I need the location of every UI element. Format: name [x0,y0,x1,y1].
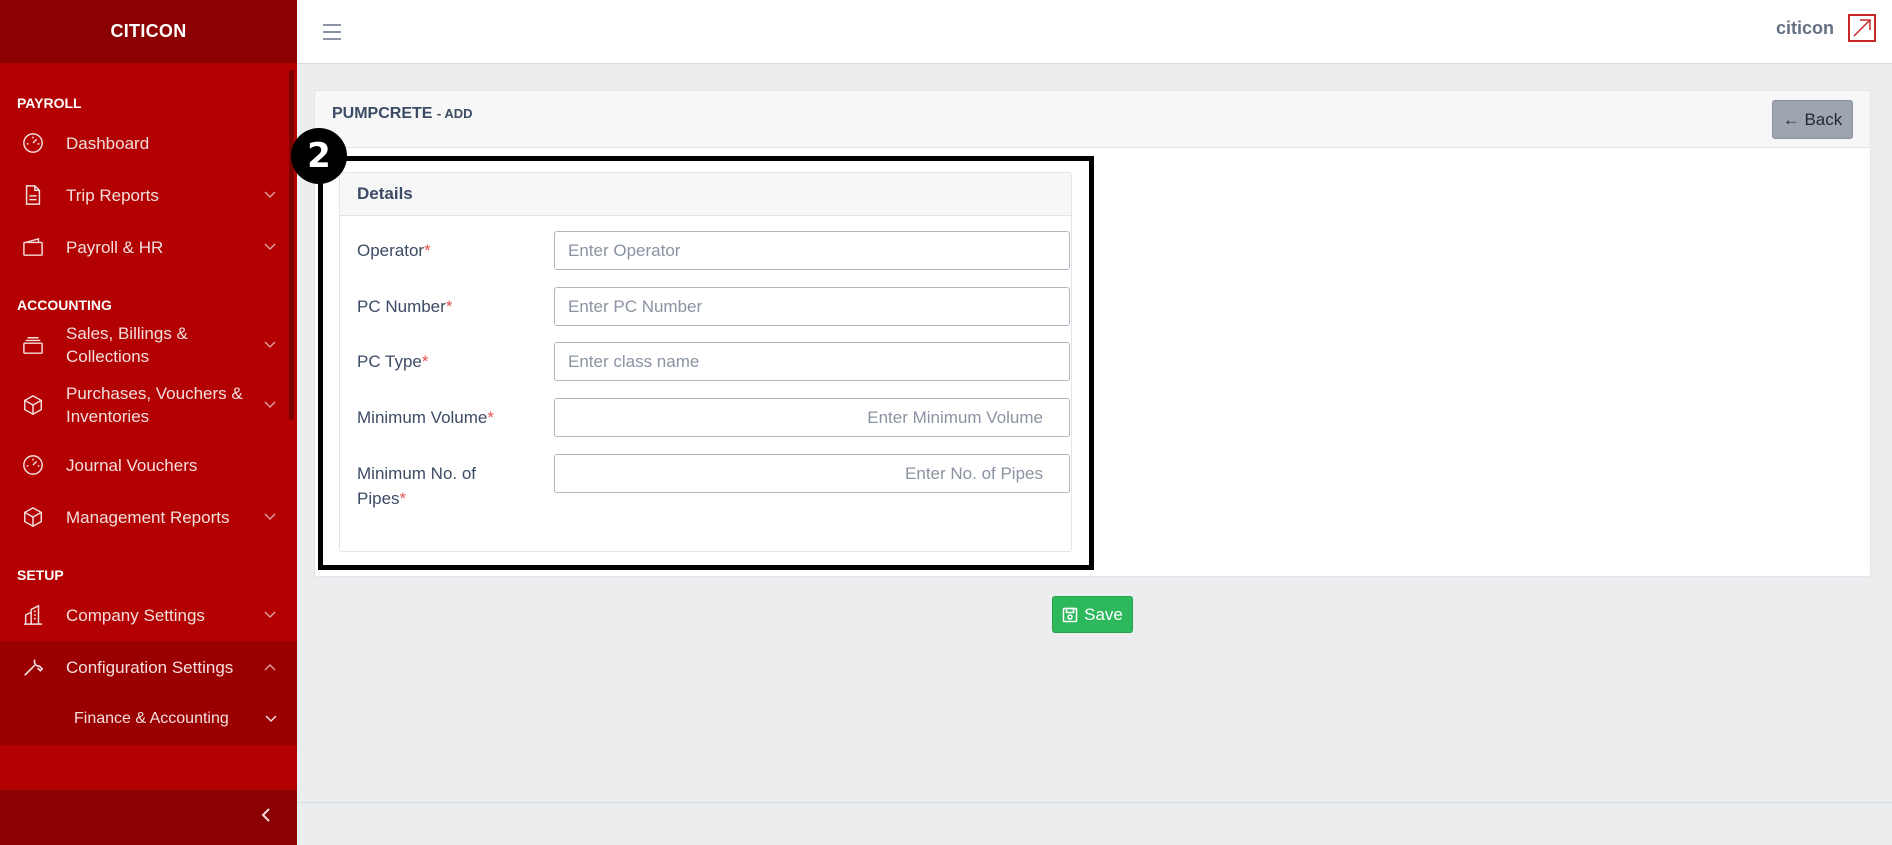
chevron-down-icon [263,608,277,622]
pc-type-input[interactable] [554,342,1070,381]
page-footer [297,802,1892,845]
user-menu[interactable]: citicon [1776,14,1876,42]
speedometer-icon [20,130,46,156]
avatar-icon[interactable] [1848,14,1876,42]
wrench-icon [20,654,46,680]
page-title: PUMPCRETE - ADD [332,105,473,123]
nav-section-title-payroll: PAYROLL [17,95,82,111]
brand-logo[interactable]: CITICON [0,0,297,63]
chevron-left-icon [261,807,271,828]
sidebar-minimizer[interactable] [0,790,297,845]
chevron-down-icon [263,188,277,202]
username-label: citicon [1775,17,1834,38]
sidebar-scrollbar[interactable] [289,70,294,420]
save-button[interactable]: Save [1052,596,1133,633]
operator-input[interactable] [554,231,1070,270]
sidebar-item-label: Company Settings [66,605,205,625]
sidebar-item-sales-billings[interactable]: Sales, Billings & Collections [0,319,297,371]
cube-icon [20,504,46,530]
annotation-badge: 2 [291,128,347,184]
top-header: citicon [297,0,1892,64]
minimum-pipes-label: Minimum No. of Pipes* [357,464,477,508]
required-asterisk: * [424,241,431,260]
operator-label: Operator* [357,241,431,260]
chevron-down-icon [263,338,277,352]
save-icon [1062,607,1078,623]
nav-section-title-setup: SETUP [17,567,64,583]
file-icon [20,182,46,208]
sidebar-item-company-settings[interactable]: Company Settings [0,589,297,641]
chevron-up-icon [263,660,277,674]
pc-type-label: PC Type* [357,352,429,371]
required-asterisk: * [399,489,407,508]
required-asterisk: * [421,352,429,371]
sidebar-item-label: Finance & Accounting [74,710,229,727]
chevron-down-icon [263,510,277,524]
pc-number-label: PC Number* [357,297,453,316]
minimum-pipes-input[interactable] [554,454,1070,493]
details-title: Details [340,173,1071,216]
speedometer-icon [20,452,46,478]
required-asterisk: * [445,297,453,316]
sidebar-item-trip-reports[interactable]: Trip Reports [0,169,297,221]
building-icon [20,602,46,628]
sidebar-item-label: Trip Reports [66,185,159,205]
sidebar-item-purchases-vouchers[interactable]: Purchases, Vouchers & Inventories [0,371,297,439]
sidebar-subitem-finance-accounting[interactable]: Finance & Accounting [0,693,297,745]
sidebar-item-journal-vouchers[interactable]: Journal Vouchers [0,439,297,491]
sidebar-item-label: Dashboard [66,133,150,153]
sidebar-item-label: Purchases, Vouchers & Inventories [66,384,243,426]
sidebar-item-label: Configuration Settings [66,657,234,677]
cube-icon [20,392,46,418]
sidebar-item-label: Payroll & HR [66,237,164,257]
layers-icon [20,332,46,358]
card-header: PUMPCRETE - ADD ← Back [315,91,1870,148]
sidebar-item-label: Journal Vouchers [66,455,198,475]
page-title-text: PUMPCRETE [332,105,433,122]
sidebar-item-label: Management Reports [66,507,230,527]
chevron-down-icon [265,710,277,728]
minimum-volume-input[interactable] [554,398,1070,437]
save-label: Save [1084,604,1123,624]
chevron-down-icon [263,240,277,254]
details-card: Details Operator* PC Number* PC Type* Mi… [339,172,1072,552]
sidebar-item-payroll-hr[interactable]: Payroll & HR [0,221,297,273]
pc-number-input[interactable] [554,287,1070,326]
menu-toggle-icon[interactable] [323,23,341,40]
sidebar: CITICON PAYROLL Dashboard Trip Reports P… [0,0,297,845]
chevron-down-icon [263,398,277,412]
page-subtitle: - ADD [436,106,473,121]
required-asterisk: * [487,408,494,427]
sidebar-item-configuration-settings[interactable]: Configuration Settings [0,641,297,693]
back-button[interactable]: ← Back [1772,100,1853,139]
sidebar-item-dashboard[interactable]: Dashboard [0,117,297,169]
sidebar-item-management-reports[interactable]: Management Reports [0,491,297,543]
sidebar-item-label: Sales, Billings & Collections [66,324,188,366]
wallet-icon [20,234,46,260]
minimum-volume-label: Minimum Volume* [357,408,494,427]
nav-section-title-accounting: ACCOUNTING [17,297,112,313]
